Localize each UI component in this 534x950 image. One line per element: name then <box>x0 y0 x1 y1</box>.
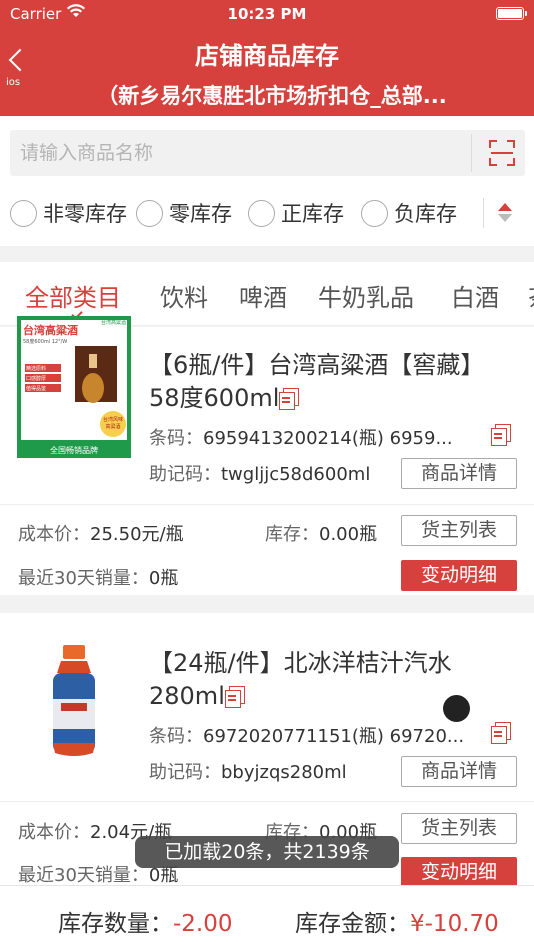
sales-row: 最近30天销量：0瓶 <box>18 564 178 590</box>
sales-value: 0瓶 <box>148 865 179 886</box>
product-detail-button[interactable]: 商品详情 <box>401 756 517 787</box>
owner-list-button[interactable]: 货主列表 <box>401 515 517 546</box>
qty-label: 库存数量： <box>58 911 173 937</box>
page-title: 店铺商品库存 <box>195 42 339 70</box>
copy-icon <box>491 424 515 448</box>
mnemonic-label: 助记码： <box>149 464 221 485</box>
filter-positive-stock[interactable]: 正库存 <box>248 196 344 230</box>
image-badge: 台湾风味高粱酒 <box>102 417 123 430</box>
cost-label: 成本价： <box>18 822 90 843</box>
copy-icon[interactable] <box>224 686 245 708</box>
tab-tea[interactable]: 茶 <box>528 278 534 313</box>
filter-label: 零库存 <box>169 202 232 226</box>
product-image <box>17 643 131 785</box>
search-box <box>10 130 525 176</box>
back-button[interactable]: ios <box>6 48 36 88</box>
image-bullet: 精选原料 <box>26 366 47 372</box>
tab-beer[interactable]: 啤酒 <box>239 278 287 313</box>
image-bullet: 口感醇厚 <box>26 376 47 382</box>
battery-icon <box>496 7 527 20</box>
divider <box>471 134 472 172</box>
divider <box>0 504 534 505</box>
cost-value: 25.50元/瓶 <box>90 524 184 545</box>
cost-row: 成本价：25.50元/瓶 <box>18 520 184 546</box>
store-name: （新乡易尔惠胜北市场折扣仓_总部... <box>97 84 447 108</box>
product-detail-button[interactable]: 商品详情 <box>401 458 517 489</box>
stock-row: 库存：0.00瓶 <box>265 520 377 546</box>
product-card: 台湾高粱酒 58度600ml 12°/W 台湾高粱酒 精选原料 口感醇厚 值得品… <box>0 316 534 595</box>
sort-icon[interactable] <box>497 202 513 224</box>
tab-dairy[interactable]: 牛奶乳品 <box>318 278 414 313</box>
filter-label: 非零库存 <box>43 202 127 226</box>
back-sublabel: ios <box>6 77 21 88</box>
filter-label: 负库存 <box>394 202 457 226</box>
product-name: 【6瓶/件】台湾高粱酒【窖藏】58度600ml <box>149 349 489 415</box>
divider <box>483 198 484 228</box>
stock-filter-group: 非零库存 零库存 正库存 负库存 <box>0 196 534 230</box>
product-name-text: 【24瓶/件】北冰洋桔汁汽水280ml <box>149 649 452 710</box>
mnemonic-row: 助记码：twgljjc58d600ml <box>149 460 370 486</box>
stock-quantity-summary: 库存数量：-2.00 <box>58 904 233 938</box>
product-name: 【24瓶/件】北冰洋桔汁汽水280ml <box>149 647 489 713</box>
qty-value: -2.00 <box>173 911 233 937</box>
sales-value: 0瓶 <box>148 568 179 589</box>
tab-beverages[interactable]: 饮料 <box>160 278 208 313</box>
sales-label: 最近30天销量： <box>18 865 149 886</box>
assistive-touch-button[interactable] <box>443 695 470 722</box>
status-bar: Carrier 10:23 PM <box>0 0 534 28</box>
image-title: 台湾高粱酒 <box>23 324 78 337</box>
sales-label: 最近30天销量： <box>18 568 149 589</box>
summary-footer: 库存数量：-2.00 库存金额：¥-10.70 <box>0 885 534 950</box>
image-bullet: 值得品鉴 <box>26 386 47 392</box>
stock-amount-summary: 库存金额：¥-10.70 <box>295 904 499 938</box>
barcode-value: 6972020771151(瓶) 69720... <box>203 726 465 747</box>
tab-baijiu[interactable]: 白酒 <box>451 278 499 313</box>
nav-header: Carrier 10:23 PM ios 店铺商品库存 （新乡易尔惠胜北市场折扣… <box>0 0 534 116</box>
owner-list-button[interactable]: 货主列表 <box>401 813 517 844</box>
radio-icon <box>136 199 163 227</box>
mnemonic-value: bbyjzqs280ml <box>221 762 347 783</box>
filter-panel: 非零库存 零库存 正库存 负库存 <box>0 116 534 246</box>
image-bottom: 全国畅销品牌 <box>50 446 98 455</box>
filter-nonzero-stock[interactable]: 非零库存 <box>10 196 127 230</box>
change-detail-button[interactable]: 变动明细 <box>401 560 517 591</box>
change-detail-button[interactable]: 变动明细 <box>401 857 517 888</box>
image-corner: 台湾高粱酒 <box>101 320 127 326</box>
barcode-label: 条码： <box>149 428 203 449</box>
filter-negative-stock[interactable]: 负库存 <box>361 196 457 230</box>
copy-barcode-button[interactable] <box>491 424 515 448</box>
copy-icon <box>491 722 515 746</box>
barcode-row: 条码：6972020771151(瓶) 69720... <box>149 722 474 748</box>
radio-icon <box>361 199 388 227</box>
copy-icon[interactable] <box>279 388 300 410</box>
product-image: 台湾高粱酒 58度600ml 12°/W 台湾高粱酒 精选原料 口感醇厚 值得品… <box>17 316 131 458</box>
mnemonic-label: 助记码： <box>149 762 221 783</box>
mnemonic-row: 助记码：bbyjzqs280ml <box>149 758 347 784</box>
tab-all-categories[interactable]: 全部类目 <box>25 278 121 313</box>
radio-icon <box>10 199 37 227</box>
amount-label: 库存金额： <box>295 911 410 937</box>
barcode-value: 6959413200214(瓶) 6959... <box>203 428 453 449</box>
image-subtitle: 58度600ml 12°/W <box>23 339 68 345</box>
filter-zero-stock[interactable]: 零库存 <box>136 196 232 230</box>
chevron-left-icon <box>8 48 32 72</box>
scan-icon[interactable] <box>489 140 515 166</box>
stock-value: 0.00瓶 <box>319 524 378 545</box>
barcode-row: 条码：6959413200214(瓶) 6959... <box>149 424 474 450</box>
cost-label: 成本价： <box>18 524 90 545</box>
copy-barcode-button[interactable] <box>491 722 515 746</box>
radio-icon <box>248 199 275 227</box>
stock-label: 库存： <box>265 524 319 545</box>
barcode-label: 条码： <box>149 726 203 747</box>
search-input[interactable] <box>10 130 468 176</box>
divider <box>0 801 534 802</box>
clock: 10:23 PM <box>227 5 307 23</box>
load-toast: 已加载20条，共2139条 <box>135 836 399 868</box>
mnemonic-value: twgljjc58d600ml <box>221 464 371 485</box>
product-name-text: 【6瓶/件】台湾高粱酒【窖藏】58度600ml <box>149 351 485 412</box>
amount-value: ¥-10.70 <box>410 911 499 937</box>
filter-label: 正库存 <box>281 202 344 226</box>
